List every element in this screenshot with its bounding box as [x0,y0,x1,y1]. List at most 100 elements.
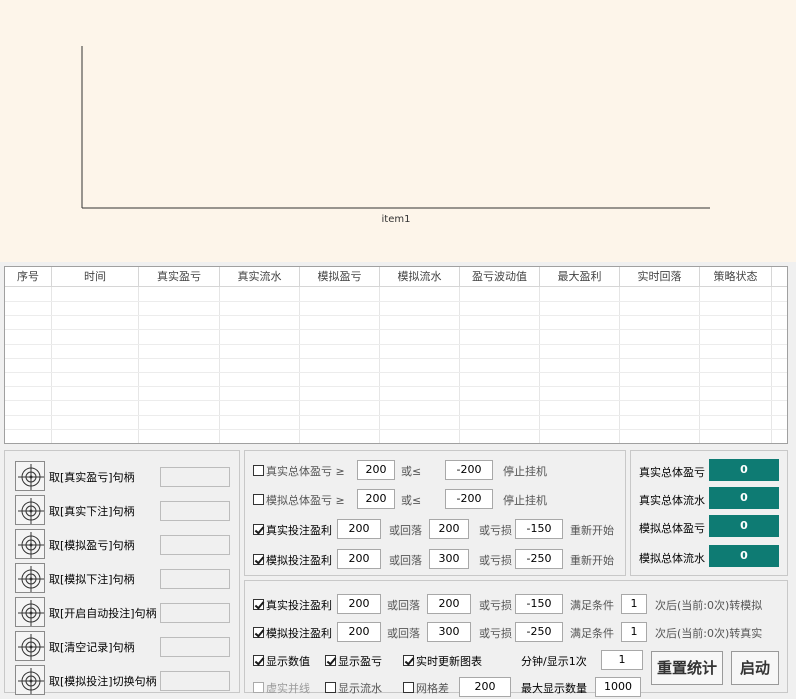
total-value: 0 [709,459,779,481]
column-divider [771,287,772,443]
realtime-update-check[interactable]: 实时更新图表 [403,653,482,669]
handle-value-field[interactable] [160,671,230,691]
column-header[interactable]: 最大盈利 [540,267,620,287]
sim-bet-restart-check[interactable]: 模拟投注盈利 [253,552,332,568]
reset-stats-button[interactable]: 重置统计 [651,651,723,685]
handle-value-field[interactable] [160,637,230,657]
dashed-line-check[interactable]: 虚实并线 [253,680,310,696]
interval-input[interactable]: 1 [601,650,643,670]
sim-switch-loss-input[interactable]: -250 [515,622,563,642]
checkbox-icon [253,494,264,505]
show-values-check[interactable]: 显示数值 [253,653,310,669]
chart-canvas: item1 [81,46,710,225]
sim-bet-fallback-input[interactable]: 300 [429,549,469,569]
loss-label: 或亏损 [479,524,512,537]
column-header[interactable]: 策略状态 [700,267,772,287]
checkbox-icon [253,682,264,693]
total-value: 0 [709,487,779,509]
column-header[interactable]: 盈亏波动值 [460,267,540,287]
column-divider [138,287,139,443]
fallback-label: 或回落 [387,627,420,640]
row-divider [5,344,787,345]
sim-switch-profit-input[interactable]: 200 [337,622,381,642]
condition-label: 满足条件 [570,599,614,612]
crosshair-target-icon[interactable] [15,461,45,491]
row-divider [5,386,787,387]
row-divider [5,358,787,359]
real-total-lower-input[interactable]: -200 [445,460,493,480]
handle-group: 取[真实盈亏]句柄 取[真实下注]句柄 取[模拟盈亏]句柄 取[模拟下注]句柄 取[开启… [4,450,240,695]
table-body[interactable] [5,287,787,443]
real-bet-loss-input[interactable]: -150 [515,519,563,539]
crosshair-target-icon[interactable] [15,597,45,627]
handle-value-field[interactable] [160,501,230,521]
crosshair-target-icon[interactable] [15,665,45,695]
sim-total-lower-input[interactable]: -200 [445,489,493,509]
handle-value-field[interactable] [160,569,230,589]
handle-value-field[interactable] [160,467,230,487]
real-bet-restart-check[interactable]: 真实投注盈利 [253,522,332,538]
real-total-upper-input[interactable]: 200 [357,460,395,480]
max-count-input[interactable]: 1000 [595,677,641,697]
sim-bet-profit-input[interactable]: 200 [337,549,381,569]
total-value: 0 [709,545,779,567]
column-header[interactable]: 序号 [5,267,52,287]
column-divider [699,287,700,443]
sim-to-real-check[interactable]: 模拟投注盈利 [253,625,332,641]
real-total-stop-check[interactable]: 真实总体盈亏 ≥ [253,463,345,479]
stop-label: 停止挂机 [503,494,547,507]
crosshair-target-icon[interactable] [15,529,45,559]
switch-to-sim-label: 次后(当前:0次)转模拟 [655,599,763,612]
grid-diff-check[interactable]: 网格差 [403,680,449,696]
row-divider [5,329,787,330]
record-table[interactable]: 序号 时间 真实盈亏 真实流水 模拟盈亏 模拟流水 盈亏波动值 最大盈利 实时回落 策略状态 [4,266,788,444]
column-header[interactable]: 实时回落 [620,267,700,287]
handle-label: 取[模拟投注]切换句柄 [49,675,157,688]
real-switch-profit-input[interactable]: 200 [337,594,381,614]
show-flow-check[interactable]: 显示流水 [325,680,382,696]
column-divider [459,287,460,443]
checkbox-icon [253,465,264,476]
sim-switch-fallback-input[interactable]: 300 [427,622,471,642]
row-divider [5,415,787,416]
crosshair-target-icon[interactable] [15,631,45,661]
checkbox-icon [253,524,264,535]
restart-label: 重新开始 [570,524,614,537]
column-header[interactable]: 真实流水 [220,267,300,287]
real-switch-loss-input[interactable]: -150 [515,594,563,614]
row-divider [5,400,787,401]
real-switch-fallback-input[interactable]: 200 [427,594,471,614]
crosshair-target-icon[interactable] [15,563,45,593]
real-to-sim-check[interactable]: 真实投注盈利 [253,597,332,613]
real-switch-count-input[interactable]: 1 [621,594,647,614]
real-bet-fallback-input[interactable]: 200 [429,519,469,539]
column-header[interactable]: 模拟流水 [380,267,460,287]
grid-diff-input[interactable]: 200 [459,677,511,697]
table-header: 序号 时间 真实盈亏 真实流水 模拟盈亏 模拟流水 盈亏波动值 最大盈利 实时回落 策略状态 [5,267,787,287]
handle-row: 取[清空记录]句柄 [15,631,237,661]
handle-label: 取[模拟下注]句柄 [49,573,135,586]
column-header[interactable]: 时间 [52,267,139,287]
total-label: 真实总体流水 [639,494,705,507]
row-divider [5,443,787,444]
column-divider [299,287,300,443]
handle-value-field[interactable] [160,535,230,555]
handle-label: 取[模拟盈亏]句柄 [49,539,135,552]
handle-row: 取[模拟下注]句柄 [15,563,237,593]
handle-value-field[interactable] [160,603,230,623]
switch-mode-group: 真实投注盈利 200 或回落 200 或亏损 -150 满足条件 1 次后(当前… [244,580,788,697]
or-le-label: 或≤ [401,465,422,478]
start-button[interactable]: 启动 [731,651,779,685]
show-pnl-check[interactable]: 显示盈亏 [325,653,382,669]
column-header[interactable]: 真实盈亏 [139,267,220,287]
sim-switch-count-input[interactable]: 1 [621,622,647,642]
sim-total-stop-check[interactable]: 模拟总体盈亏 ≥ [253,492,345,508]
sim-total-upper-input[interactable]: 200 [357,489,395,509]
checkbox-icon [253,599,264,610]
column-header[interactable]: 模拟盈亏 [300,267,380,287]
stop-restart-group: 真实总体盈亏 ≥ 200 或≤ -200 停止挂机 模拟总体盈亏 ≥ 200 或… [244,450,626,576]
total-label: 真实总体盈亏 [639,466,705,479]
sim-bet-loss-input[interactable]: -250 [515,549,563,569]
real-bet-profit-input[interactable]: 200 [337,519,381,539]
crosshair-target-icon[interactable] [15,495,45,525]
